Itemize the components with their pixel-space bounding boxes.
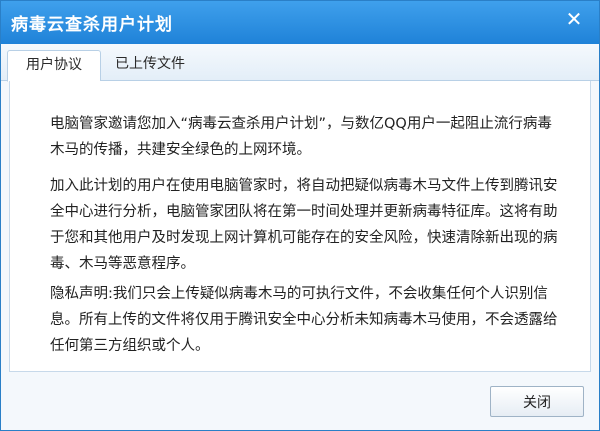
tab-bar: 用户协议 已上传文件 [1,44,599,82]
tab-uploaded-files[interactable]: 已上传文件 [105,50,195,80]
privacy-statement: 隐私声明:我们只会上传疑似病毒木马的可执行文件，不会收集任何个人识别信息。所有上… [50,286,558,354]
tab-user-agreement[interactable]: 用户协议 [7,50,101,82]
window-title: 病毒云查杀用户计划 [11,15,173,35]
dialog-footer: 关闭 [1,372,599,430]
title-bar[interactable]: 病毒云查杀用户计划 ✕ [1,1,599,44]
close-icon[interactable]: ✕ [561,6,587,32]
close-button[interactable]: 关闭 [490,386,584,417]
dialog-window: 病毒云查杀用户计划 ✕ 用户协议 已上传文件 电脑管家邀请您加入“病毒云查杀用户… [0,0,600,431]
agreement-paragraph-details: 加入此计划的用户在使用电脑管家时，将自动把疑似病毒木马文件上传到腾讯安全中心进行… [50,178,558,272]
agreement-content: 电脑管家邀请您加入“病毒云查杀用户计划”，与数亿QQ用户一起阻止流行病毒木马的传… [9,81,591,372]
agreement-paragraph-intro: 电脑管家邀请您加入“病毒云查杀用户计划”，与数亿QQ用户一起阻止流行病毒木马的传… [50,116,552,158]
